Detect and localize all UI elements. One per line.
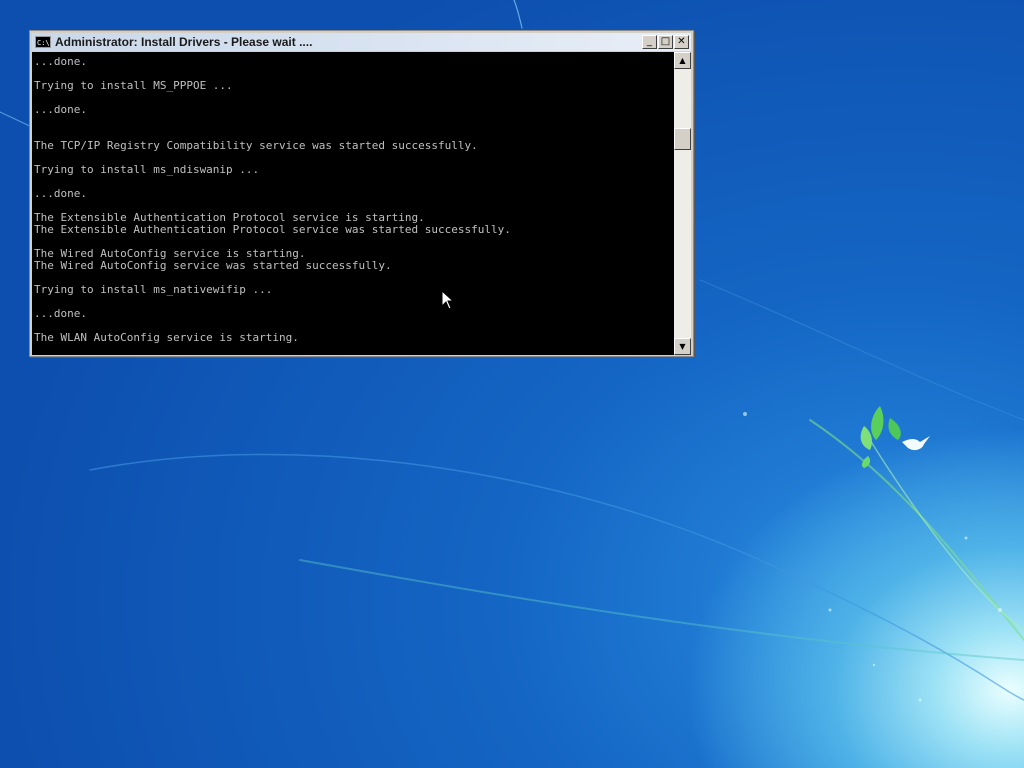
- vertical-scrollbar[interactable]: ▲ ▼: [674, 52, 691, 355]
- scroll-up-button[interactable]: ▲: [674, 52, 691, 69]
- console-text: ...done. Trying to install MS_PPPOE ... …: [34, 55, 511, 344]
- close-icon[interactable]: ✕: [674, 35, 689, 49]
- window-title: Administrator: Install Drivers - Please …: [55, 35, 313, 49]
- bird-icon: [902, 436, 930, 451]
- maximize-icon[interactable]: □: [658, 35, 673, 49]
- title-bar[interactable]: C:\. Administrator: Install Drivers - Pl…: [32, 33, 691, 51]
- scroll-down-button[interactable]: ▼: [674, 338, 691, 355]
- console-output: ...done. Trying to install MS_PPPOE ... …: [32, 52, 674, 355]
- cmd-app-icon: C:\.: [35, 36, 51, 48]
- command-prompt-window[interactable]: C:\. Administrator: Install Drivers - Pl…: [29, 30, 694, 357]
- mouse-pointer-icon: [441, 290, 455, 310]
- minimize-icon[interactable]: _: [642, 35, 657, 49]
- scroll-thumb[interactable]: [674, 128, 691, 150]
